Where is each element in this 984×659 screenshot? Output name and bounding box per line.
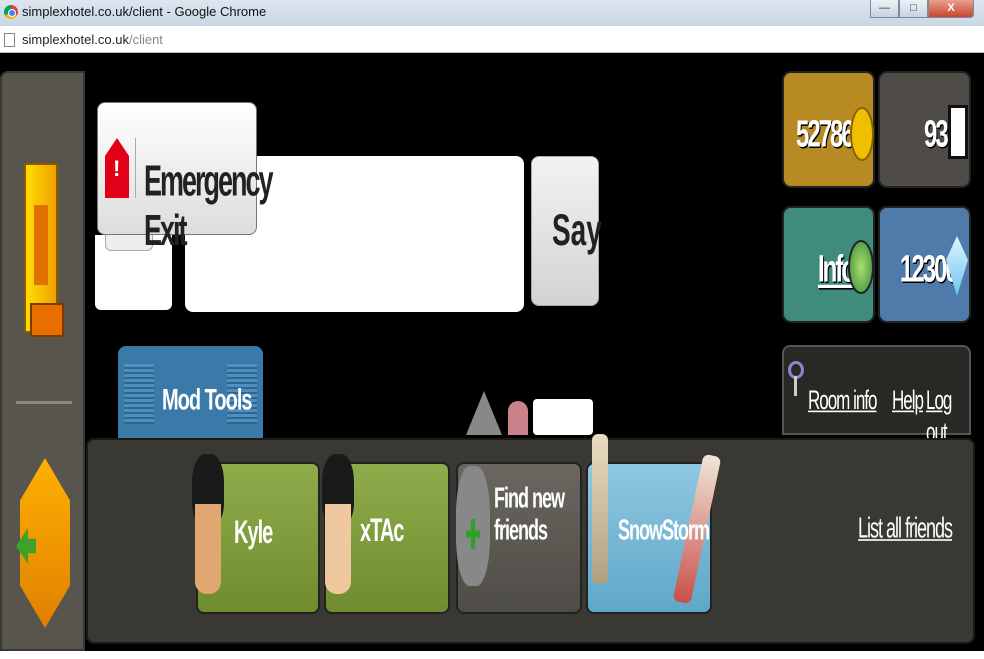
- snowstorm-figure-left: [592, 434, 608, 584]
- globe-icon: [848, 240, 874, 294]
- ducket-icon: [948, 105, 968, 159]
- mod-tools-label: Mod Tools: [162, 384, 252, 417]
- info-button[interactable]: Info: [782, 206, 875, 323]
- window-bottom-edge: [0, 651, 984, 659]
- say-label: Say: [552, 205, 602, 255]
- emergency-exit-label: Emergency Exit: [144, 157, 274, 255]
- room-furni-sprite: [508, 401, 528, 435]
- window-titlebar: simplexhotel.co.uk/client - Google Chrom…: [0, 0, 984, 26]
- page-icon: [4, 33, 15, 47]
- snowstorm-button[interactable]: SnowStorm: [586, 434, 722, 614]
- list-all-friends-link[interactable]: List all friends: [858, 512, 953, 546]
- avatar: [322, 454, 354, 604]
- address-bar[interactable]: simplexhotel.co.uk/client: [0, 26, 984, 53]
- mod-tools-button[interactable]: Mod Tools: [118, 346, 263, 438]
- room-furni-triangle: [466, 391, 502, 435]
- help-link[interactable]: Help: [892, 385, 924, 417]
- mod-tools-stripes-left: [124, 364, 154, 424]
- url-text[interactable]: simplexhotel.co.uk/client: [22, 32, 163, 47]
- emergency-exit-button[interactable]: Emergency Exit: [97, 102, 274, 255]
- friend-name: Kyle: [234, 516, 273, 552]
- url-domain: simplexhotel.co.uk: [22, 32, 129, 47]
- find-new-friends-label: Find new friends: [494, 482, 565, 546]
- avatar-face: [195, 504, 221, 594]
- duckets-value: 93: [924, 113, 949, 157]
- left-toolbar: [0, 71, 85, 651]
- find-new-friends-button[interactable]: Find new friends: [456, 462, 582, 614]
- avatar: [192, 454, 224, 604]
- friend-tile[interactable]: Kyle: [192, 454, 320, 614]
- diamonds-balance[interactable]: 12300: [878, 206, 971, 323]
- credits-balance[interactable]: 527869: [782, 71, 875, 188]
- room-furni-sign: [533, 399, 593, 435]
- friend-name: xTAc: [360, 514, 404, 550]
- close-button[interactable]: X: [928, 0, 974, 18]
- snowstorm-label: SnowStorm: [618, 514, 710, 546]
- room-info-panel: Room info Help Log out: [782, 345, 971, 447]
- window-controls: — □ X: [870, 0, 974, 18]
- diamonds-value: 12300: [900, 248, 959, 292]
- duckets-balance[interactable]: 93: [878, 71, 971, 188]
- hotel-client: Say Emergency Exit Mod Tools 527869 93 I…: [0, 53, 984, 651]
- maximize-button[interactable]: □: [899, 0, 928, 18]
- magnifier-icon: [788, 361, 804, 396]
- room-info-link[interactable]: Room info: [808, 385, 877, 417]
- avatar-face: [325, 504, 351, 594]
- friend-bar: Kyle xTAc Find new friends SnowStorm Lis…: [86, 434, 975, 644]
- chrome-icon: [4, 5, 18, 19]
- emergency-divider: [135, 138, 136, 198]
- toolbar-divider: [16, 401, 72, 404]
- hotel-logo-base: [30, 303, 64, 337]
- say-button[interactable]: Say: [531, 156, 602, 306]
- warning-icon: [105, 138, 129, 198]
- window-title: simplexhotel.co.uk/client - Google Chrom…: [22, 4, 267, 19]
- friend-tile[interactable]: xTAc: [322, 454, 450, 614]
- coin-icon: [850, 107, 874, 161]
- minimize-button[interactable]: —: [870, 0, 899, 18]
- url-path: /client: [128, 32, 163, 47]
